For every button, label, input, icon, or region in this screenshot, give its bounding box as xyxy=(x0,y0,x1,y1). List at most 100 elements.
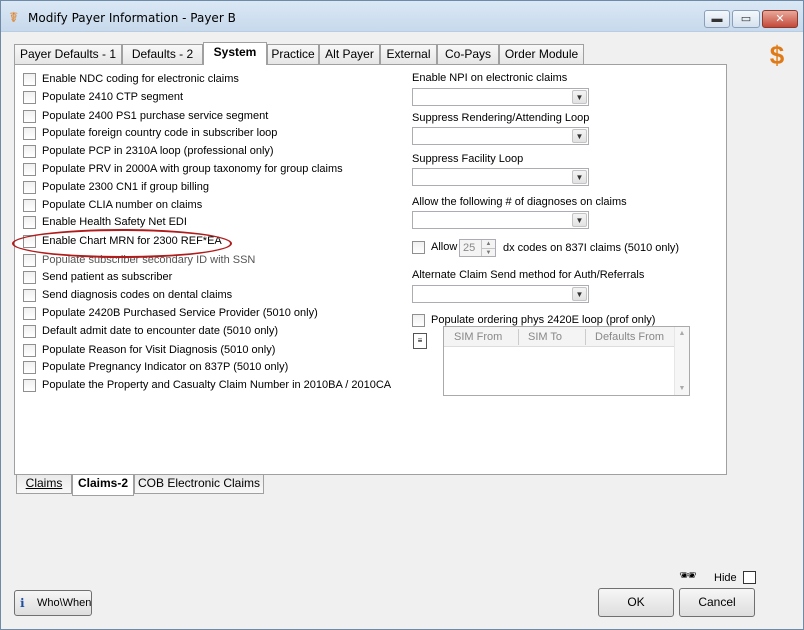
info-icon: ℹ xyxy=(20,596,25,610)
tab-alt-payer[interactable]: Alt Payer xyxy=(319,44,380,64)
suppress-rendering-label: Suppress Rendering/Attending Loop xyxy=(412,112,590,124)
checkbox-box[interactable] xyxy=(23,254,36,267)
tab-label: Order Module xyxy=(504,47,579,61)
checkbox-box[interactable] xyxy=(23,91,36,104)
tab-claims-2[interactable]: Claims-2 xyxy=(72,475,134,496)
tab-label: Co-Pays xyxy=(444,47,491,61)
billing-dollar-icon: $ xyxy=(769,40,785,70)
close-button[interactable]: ✕ xyxy=(762,10,798,28)
checkbox-label: Enable Health Safety Net EDI xyxy=(42,216,187,228)
chevron-down-icon[interactable]: ▼ xyxy=(572,213,587,227)
checkbox-box[interactable] xyxy=(23,344,36,357)
checkbox-box[interactable] xyxy=(23,199,36,212)
tab-claims[interactable]: Claims xyxy=(16,475,72,494)
column-divider xyxy=(585,329,586,345)
tab-payer-defaults-1[interactable]: Payer Defaults - 1 xyxy=(14,44,122,64)
checkbox-label: Populate the Property and Casualty Claim… xyxy=(42,379,392,391)
npi-select[interactable]: ▼ xyxy=(412,88,589,106)
checkbox-box[interactable] xyxy=(23,307,36,320)
checkbox-label: Populate ordering phys 2420E loop (prof … xyxy=(431,314,656,326)
column-header: SIM To xyxy=(528,331,563,343)
checkbox-box[interactable] xyxy=(23,379,36,392)
checkbox-box[interactable] xyxy=(23,361,36,374)
minimize-button[interactable]: ▬ xyxy=(704,10,730,28)
allow-suffix-label: dx codes on 837I claims (5010 only) xyxy=(503,242,680,254)
checkbox-label: Populate Reason for Visit Diagnosis (501… xyxy=(42,344,276,356)
stepper-value: 25 xyxy=(463,242,476,254)
checkbox-box[interactable] xyxy=(23,145,36,158)
tab-label: System xyxy=(213,45,257,59)
checkbox-label: Populate 2400 PS1 purchase service segme… xyxy=(42,110,269,122)
checkbox-label: Enable Chart MRN for 2300 REF*EA xyxy=(42,235,222,247)
sim-grid[interactable]: SIM From SIM To Defaults From ▲ ▼ xyxy=(443,326,690,396)
tab-practice[interactable]: Practice xyxy=(267,44,319,64)
checkbox-label: Populate PRV in 2000A with group taxonom… xyxy=(42,163,343,175)
tab-order-module[interactable]: Order Module xyxy=(499,44,584,64)
checkbox-box[interactable] xyxy=(23,110,36,123)
checkbox-box[interactable] xyxy=(23,181,36,194)
tab-system[interactable]: System xyxy=(203,42,267,65)
tab-label: Defaults - 2 xyxy=(131,47,194,61)
checkbox-label: Populate Pregnancy Indicator on 837P (50… xyxy=(42,361,289,373)
checkbox-box[interactable] xyxy=(23,127,36,140)
tab-defaults-2[interactable]: Defaults - 2 xyxy=(122,44,203,64)
checkbox-box[interactable] xyxy=(23,216,36,229)
suppress-rendering-select[interactable]: ▼ xyxy=(412,127,589,145)
vertical-scrollbar[interactable]: ▲ ▼ xyxy=(674,327,689,395)
tab-label: External xyxy=(386,47,431,61)
suppress-facility-select[interactable]: ▼ xyxy=(412,168,589,186)
checkbox-label: Populate CLIA number on claims xyxy=(42,199,203,211)
chevron-down-icon[interactable]: ▼ xyxy=(572,129,587,143)
tab-co-pays[interactable]: Co-Pays xyxy=(437,44,499,64)
checkbox-box[interactable] xyxy=(23,325,36,338)
scroll-up-icon[interactable]: ▲ xyxy=(675,330,689,337)
checkbox-box[interactable] xyxy=(412,241,425,254)
checkbox-label: Populate 2300 CN1 if group billing xyxy=(42,181,209,193)
diagnoses-count-label: Allow the following # of diagnoses on cl… xyxy=(412,196,627,208)
checkbox-label: Populate subscriber secondary ID with SS… xyxy=(42,254,256,266)
cancel-button[interactable]: Cancel xyxy=(679,588,755,617)
checkbox-label: Populate 2410 CTP segment xyxy=(42,91,184,103)
spy-glasses-icon: 🕶 xyxy=(679,567,697,583)
diagnoses-count-select[interactable]: ▼ xyxy=(412,211,589,229)
checkbox-box[interactable] xyxy=(23,73,36,86)
tab-label: Payer Defaults - 1 xyxy=(19,47,117,61)
chevron-down-icon[interactable]: ▼ xyxy=(572,90,587,104)
dx-count-stepper[interactable]: 25 ▲ ▼ xyxy=(459,239,496,257)
alternate-claim-label: Alternate Claim Send method for Auth/Ref… xyxy=(412,269,645,281)
tab-cob-electronic-claims[interactable]: COB Electronic Claims xyxy=(134,475,264,494)
chevron-up-icon[interactable]: ▲ xyxy=(481,240,495,248)
checkbox-label: Populate PCP in 2310A loop (professional… xyxy=(42,145,274,157)
tab-label: Claims-2 xyxy=(77,476,129,490)
tab-label: Claims xyxy=(25,476,63,490)
checkbox-box[interactable] xyxy=(23,271,36,284)
hide-checkbox[interactable] xyxy=(743,571,756,584)
title-bar[interactable]: ☤ Modify Payer Information - Payer B ▬ ▭… xyxy=(1,1,803,32)
document-icon[interactable]: ≡ xyxy=(413,333,427,349)
checkbox-label: Populate 2420B Purchased Service Provide… xyxy=(42,307,318,319)
who-when-label: Who\When xyxy=(37,597,92,609)
modify-payer-window: ☤ Modify Payer Information - Payer B ▬ ▭… xyxy=(0,0,804,630)
column-header: Defaults From xyxy=(595,331,665,343)
checkbox-box[interactable] xyxy=(23,163,36,176)
checkbox-box[interactable] xyxy=(23,235,36,248)
checkbox-label: Enable NDC coding for electronic claims xyxy=(42,73,239,85)
window-title: Modify Payer Information - Payer B xyxy=(28,11,236,25)
tab-external[interactable]: External xyxy=(380,44,437,64)
chevron-down-icon[interactable]: ▼ xyxy=(481,248,495,256)
checkbox-box[interactable] xyxy=(23,289,36,302)
checkbox-box[interactable] xyxy=(412,314,425,327)
sim-grid-header: SIM From SIM To Defaults From xyxy=(444,327,675,347)
alternate-claim-select[interactable]: ▼ xyxy=(412,285,589,303)
asclepius-icon: ☤ xyxy=(9,9,19,25)
checkbox-label: Default admit date to encounter date (50… xyxy=(42,325,279,337)
tab-label: Alt Payer xyxy=(325,47,374,61)
who-when-button[interactable]: ℹ Who\When xyxy=(14,590,92,616)
hide-label: Hide xyxy=(714,572,737,584)
maximize-button[interactable]: ▭ xyxy=(732,10,760,28)
scroll-down-icon[interactable]: ▼ xyxy=(675,385,689,392)
ok-button[interactable]: OK xyxy=(598,588,674,617)
chevron-down-icon[interactable]: ▼ xyxy=(572,170,587,184)
chevron-down-icon[interactable]: ▼ xyxy=(572,287,587,301)
npi-label: Enable NPI on electronic claims xyxy=(412,72,568,84)
